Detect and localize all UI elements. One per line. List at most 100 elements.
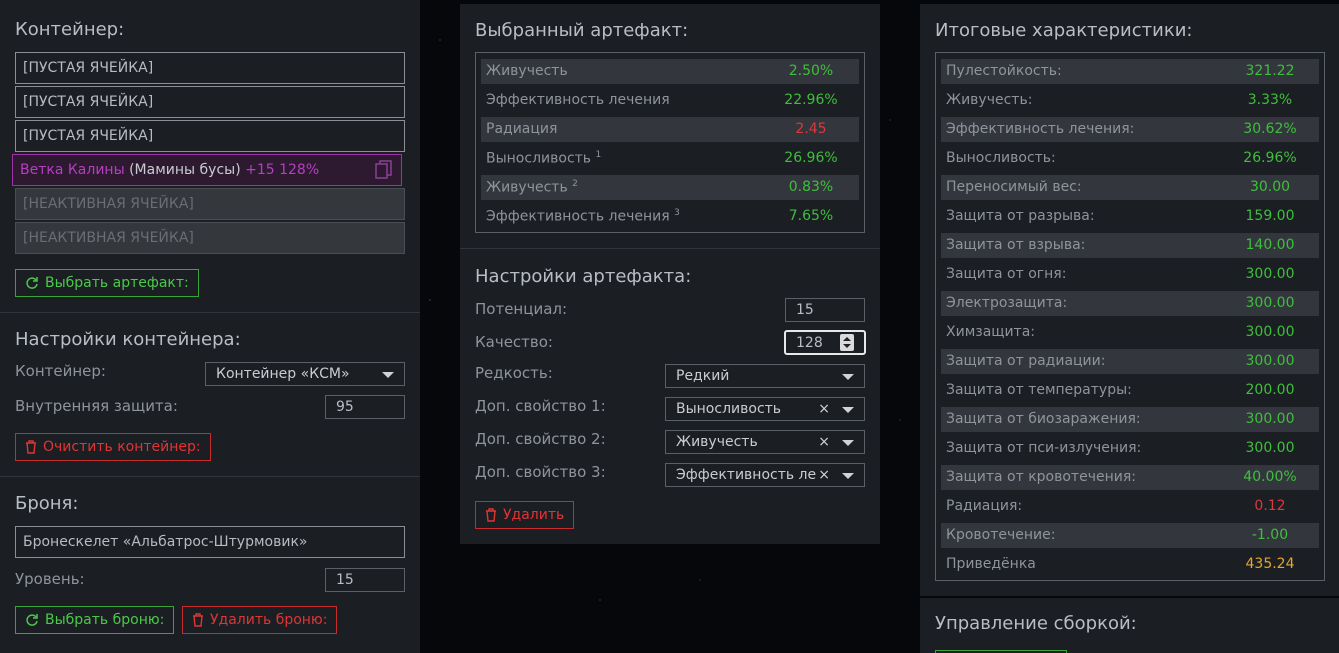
stat-value: 140.00 [1245,237,1295,253]
clear-icon[interactable]: × [818,431,830,453]
trash-icon [485,508,497,522]
total-stat-row: Приведёнка 435.24 [941,552,1319,577]
clear-container-label: Очистить контейнер: [43,439,201,455]
selected-artifact-title: Выбранный артефакт: [475,20,689,41]
container-cell-3[interactable]: [ПУСТАЯ ЯЧЕЙКА] [15,120,405,152]
stat-name: Приведёнка [946,556,1036,572]
prop1-value: Выносливость [676,401,782,417]
container-cell-inactive-2: [НЕАКТИВНАЯ ЯЧЕЙКА] [15,222,405,254]
stat-value: 300.00 [1245,411,1295,427]
clear-container-button[interactable]: Очистить контейнер: [15,433,211,461]
total-stat-row: Пулестойкость: 321.22 [941,59,1319,84]
internal-protection-label: Внутренняя защита: [15,397,178,415]
stat-name: Защита от температуры: [946,382,1132,398]
stat-value: 3.33% [1247,92,1293,108]
stat-value: 2.50% [788,63,834,79]
total-stat-row: Защита от разрыва: 159.00 [941,204,1319,229]
total-stat-row: Защита от взрыва: 140.00 [941,233,1319,258]
stat-name: Эффективность лечения: [946,121,1135,137]
total-stat-row: Кровотечение: -1.00 [941,523,1319,548]
stat-value: 200.00 [1245,382,1295,398]
stat-value: 300.00 [1245,324,1295,340]
container-cell-2[interactable]: [ПУСТАЯ ЯЧЕЙКА] [15,86,405,118]
total-stat-row: Выносливость: 26.96% [941,146,1319,171]
stat-value: 435.24 [1245,556,1295,572]
artifact-stat-row: Выносливость 1 26.96% [481,146,859,171]
artifact-name: Ветка Калины [20,162,125,178]
potential-input[interactable]: 15 [785,298,865,322]
chevron-down-icon [842,374,854,380]
prop2-value: Живучесть [676,434,758,450]
armor-level-input[interactable]: 15 [325,568,405,592]
select-artifact-label: Выбрать артефакт: [45,275,189,291]
total-stat-row: Защита от радиации: 300.00 [941,349,1319,374]
artifact-stat-row: Эффективность лечения 3 7.65% [481,204,859,229]
artifact-bonus: +15 128% [245,162,320,178]
stat-value: 30.62% [1243,121,1297,137]
prop3-select[interactable]: Эффективность ле... × [665,463,865,487]
armor-title: Броня: [15,493,79,514]
stat-value: 300.00 [1245,353,1295,369]
middle-panel: Выбранный артефакт: Живучесть 2.50% Эффек… [460,4,880,544]
clear-icon[interactable]: × [818,398,830,420]
stat-name: Защита от разрыва: [946,208,1095,224]
total-stat-row: Защита от пси-излучения: 300.00 [941,436,1319,461]
right-panel: Итоговые характеристики: Пулестойкость: 3… [920,4,1339,596]
prop3-value: Эффективность ле... [676,467,830,483]
total-stat-row: Защита от огня: 300.00 [941,262,1319,287]
stat-value: 40.00% [1243,469,1297,485]
stat-value: 26.96% [784,150,838,166]
artifact-stat-row: Живучесть 2 0.83% [481,175,859,200]
total-stat-row: Живучесть: 3.33% [941,88,1319,113]
divider [0,312,420,313]
prop3-label: Доп. свойство 3: [475,463,606,481]
stat-name: Химзащита: [946,324,1036,340]
delete-armor-button[interactable]: Удалить броню: [182,606,338,634]
quantity-stepper[interactable] [840,334,854,351]
container-cell-inactive-1: [НЕАКТИВНАЯ ЯЧЕЙКА] [15,188,405,220]
stat-value: -1.00 [1251,527,1289,543]
chevron-down-icon [382,372,394,378]
container-cell-1[interactable]: [ПУСТАЯ ЯЧЕЙКА] [15,52,405,84]
select-artifact-button[interactable]: Выбрать артефакт: [15,269,199,297]
container-cell-artifact[interactable]: Ветка Калины (Мамины бусы) +15 128% [12,154,402,186]
total-stat-row: Переносимый вес: 30.00 [941,175,1319,200]
stat-name: Эффективность лечения [486,92,670,108]
artifact-stat-row: Живучесть 2.50% [481,59,859,84]
stat-value: 300.00 [1245,266,1295,282]
stat-value: 26.96% [1243,150,1297,166]
rarity-select[interactable]: Редкий [665,364,865,388]
stat-value: 321.22 [1245,63,1295,79]
chevron-down-icon [842,440,854,446]
trash-icon [25,440,37,454]
stat-name: Выносливость 1 [486,150,602,167]
stat-value: 22.96% [784,92,838,108]
refresh-icon [25,613,39,627]
copy-icon[interactable] [375,160,393,180]
artifact-subname: (Мамины бусы) [129,162,241,178]
delete-artifact-button[interactable]: Удалить [475,501,575,529]
stat-name: Живучесть: [946,92,1033,108]
prop1-select[interactable]: Выносливость × [665,397,865,421]
stat-name: Живучесть [486,63,568,79]
stat-name: Защита от радиации: [946,353,1106,369]
left-panel: Контейнер: [ПУСТАЯ ЯЧЕЙКА] [ПУСТАЯ ЯЧЕЙК… [0,0,420,653]
stat-name: Живучесть 2 [486,179,578,196]
clear-icon[interactable]: × [816,464,830,486]
stat-name: Защита от пси-излучения: [946,440,1142,456]
stat-value: 300.00 [1245,295,1295,311]
rarity-value: Редкий [676,368,730,384]
stat-name: Защита от биозаражения: [946,411,1141,427]
stat-name: Переносимый вес: [946,179,1082,195]
quality-label: Качество: [475,333,553,351]
quality-input[interactable]: 128 [784,330,866,355]
select-armor-button[interactable]: Выбрать броню: [15,606,175,634]
prop2-select[interactable]: Живучесть × [665,430,865,454]
container-type-select[interactable]: Контейнер «КСМ» [205,362,405,386]
armor-name-field[interactable]: Бронескелет «Альбатрос-Штурмовик» [15,526,405,558]
internal-protection-input[interactable]: 95 [325,395,405,419]
trash-icon [192,613,204,627]
container-title: Контейнер: [15,19,125,40]
divider [0,476,420,477]
divider [460,248,880,249]
